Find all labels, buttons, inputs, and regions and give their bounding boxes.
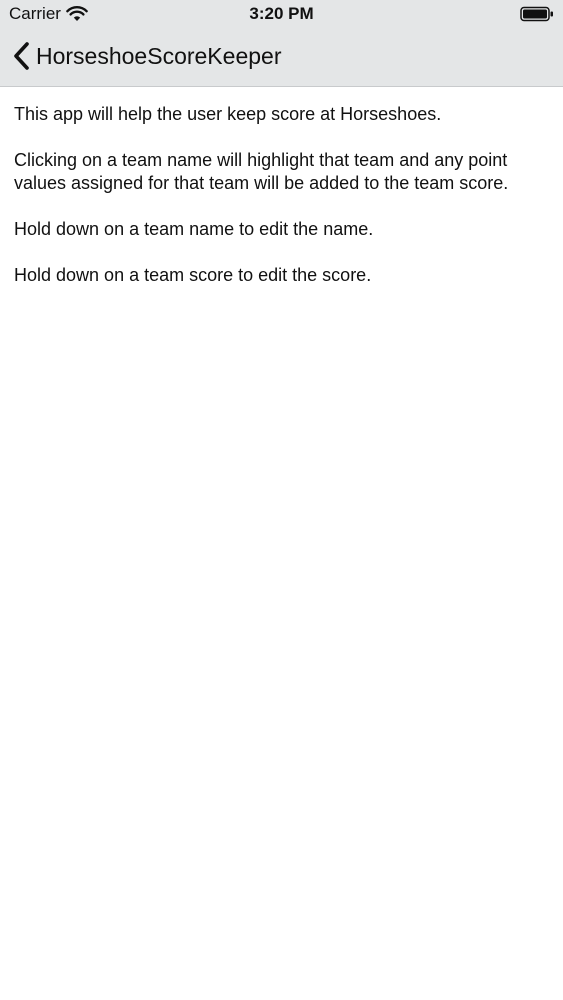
status-time: 3:20 PM [249, 4, 314, 23]
back-button[interactable]: HorseshoeScoreKeeper [12, 40, 281, 72]
help-paragraph-intro: This app will help the user keep score a… [14, 104, 442, 124]
help-paragraph-team-select: Clicking on a team name will highlight t… [14, 150, 509, 193]
nav-bar: HorseshoeScoreKeeper [0, 28, 563, 86]
top-bar: Carrier 3:20 PM HorseshoeScoreKeeper [0, 0, 563, 87]
status-bar: Carrier 3:20 PM [0, 0, 563, 28]
chevron-left-icon [14, 42, 29, 70]
back-button-label: HorseshoeScoreKeeper [36, 43, 282, 69]
help-paragraph-edit-name: Hold down on a team name to edit the nam… [14, 219, 374, 239]
help-content: This app will help the user keep score a… [14, 103, 544, 310]
screen: Carrier 3:20 PM HorseshoeScoreKeeper Thi… [0, 0, 563, 1000]
help-paragraph-edit-score: Hold down on a team score to edit the sc… [14, 265, 372, 285]
battery-icon [520, 6, 553, 22]
